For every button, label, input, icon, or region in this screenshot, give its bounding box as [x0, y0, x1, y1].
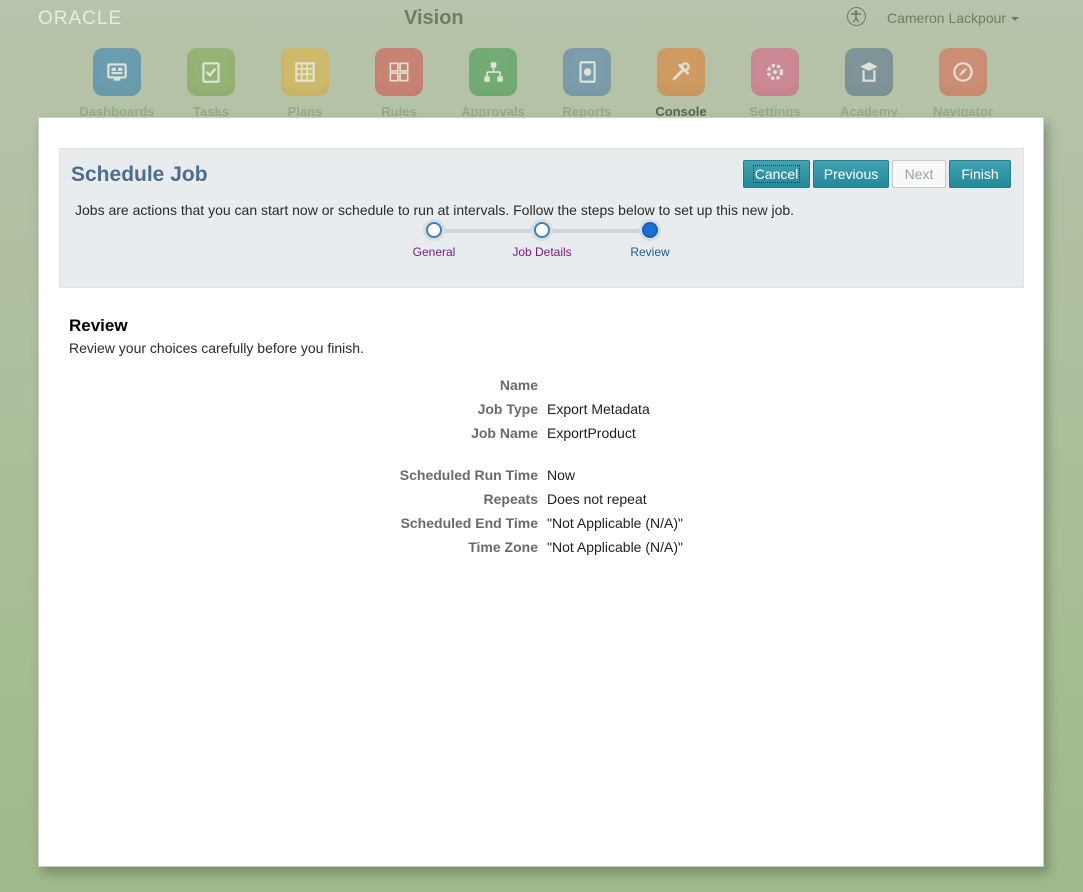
review-value: Does not repeat [547, 491, 647, 507]
review-row-time-zone: Time Zone "Not Applicable (N/A)" [39, 539, 1045, 559]
accessibility-icon[interactable] [847, 7, 866, 26]
review-value: Export Metadata [547, 401, 650, 417]
finish-button[interactable]: Finish [949, 160, 1011, 188]
step-review-label: Review [630, 245, 670, 259]
step-review-stop [642, 222, 658, 238]
review-row-scheduled-run-time: Scheduled Run Time Now [39, 467, 1045, 487]
review-label: Scheduled End Time [400, 515, 538, 531]
review-row-scheduled-end-time: Scheduled End Time "Not Applicable (N/A)… [39, 515, 1045, 535]
nav-item-approvals[interactable]: Approvals [446, 48, 540, 119]
user-menu[interactable]: Cameron Lackpour [887, 10, 1006, 26]
review-value: ExportProduct [547, 425, 636, 441]
oracle-logo: ORACLE [38, 8, 123, 29]
approvals-icon[interactable] [469, 48, 517, 96]
reports-icon[interactable] [563, 48, 611, 96]
nav-item-reports[interactable]: Reports [540, 48, 634, 119]
app-title: Vision [404, 7, 464, 29]
review-row-repeats: Repeats Does not repeat [39, 491, 1045, 511]
next-button[interactable]: Next [892, 160, 946, 188]
nav-item-navigator[interactable]: Navigator [916, 48, 1010, 119]
review-label: Name [499, 377, 538, 393]
nav-item-console[interactable]: Console [634, 48, 728, 119]
rules-icon[interactable] [375, 48, 423, 96]
cancel-button-label: Cancel [752, 165, 801, 183]
dialog-header-panel: Schedule Job Cancel Previous Next Finish… [59, 148, 1024, 288]
step-job-details-stop[interactable] [534, 222, 550, 238]
review-row-job-type: Job Type Export Metadata [39, 401, 1045, 421]
chevron-down-icon[interactable] [1011, 17, 1019, 21]
console-icon[interactable] [657, 48, 705, 96]
review-value: "Not Applicable (N/A)" [547, 539, 683, 555]
review-title: Review [69, 316, 128, 335]
nav-item-tasks[interactable]: Tasks [164, 48, 258, 119]
nav-item-rules[interactable]: Rules [352, 48, 446, 119]
navigator-icon[interactable] [939, 48, 987, 96]
previous-button[interactable]: Previous [813, 160, 889, 188]
review-label: Time Zone [468, 539, 538, 555]
dashboards-icon[interactable] [93, 48, 141, 96]
review-row-name: Name [39, 377, 1045, 397]
review-label: Job Type [477, 401, 538, 417]
review-value: "Not Applicable (N/A)" [547, 515, 683, 531]
cancel-button[interactable]: Cancel [743, 160, 810, 188]
settings-icon[interactable] [751, 48, 799, 96]
nav-item-settings[interactable]: Settings [728, 48, 822, 119]
review-label: Repeats [483, 491, 538, 507]
plans-icon[interactable] [281, 48, 329, 96]
tasks-icon[interactable] [187, 48, 235, 96]
review-value: Now [547, 467, 576, 483]
review-label: Job Name [471, 425, 538, 441]
academy-icon[interactable] [845, 48, 893, 96]
nav-item-dashboards[interactable]: Dashboards [70, 48, 164, 119]
step-job-details-label[interactable]: Job Details [512, 245, 571, 259]
dialog-title: Schedule Job [71, 163, 208, 186]
review-subtitle: Review your choices carefully before you… [69, 340, 364, 356]
review-label: Scheduled Run Time [399, 467, 538, 483]
nav-item-plans[interactable]: Plans [258, 48, 352, 119]
dialog-description: Jobs are actions that you can start now … [75, 202, 795, 218]
app-header: ORACLE Vision Cameron Lackpour Dashboard… [0, 0, 1083, 119]
step-general-stop[interactable] [426, 222, 442, 238]
step-general-label[interactable]: General [413, 245, 456, 259]
nav-item-academy[interactable]: Academy [822, 48, 916, 119]
schedule-job-dialog: Schedule Job Cancel Previous Next Finish… [38, 117, 1044, 867]
review-row-job-name: Job Name ExportProduct [39, 425, 1045, 445]
